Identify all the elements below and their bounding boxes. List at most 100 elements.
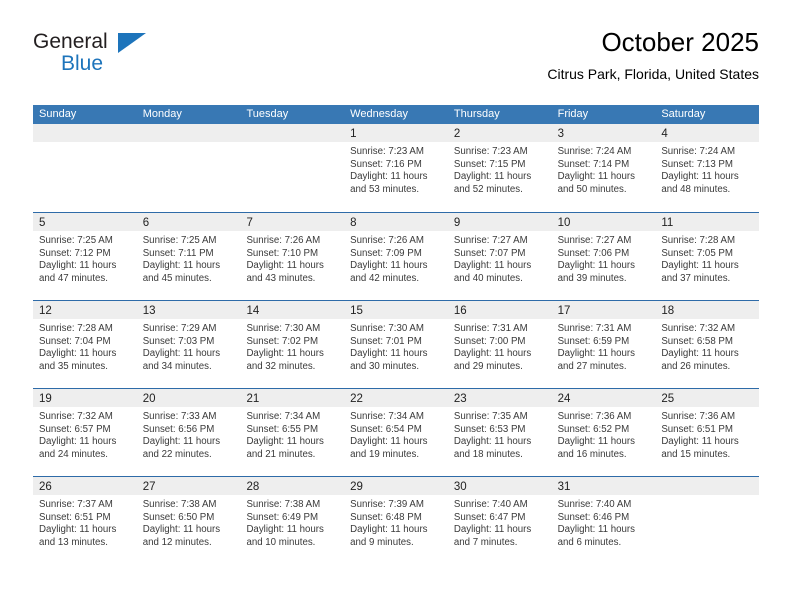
day-number: 16 bbox=[453, 305, 467, 317]
sunrise-text: Sunrise: 7:37 AM bbox=[39, 499, 113, 510]
day-cell[interactable]: 16 Sunrise: 7:31 AM Sunset: 7:00 PM Dayl… bbox=[447, 301, 552, 388]
sunrise-text: Sunrise: 7:26 AM bbox=[350, 235, 424, 246]
sunset-text: Sunset: 6:50 PM bbox=[142, 511, 215, 523]
day-cell[interactable] bbox=[33, 124, 137, 212]
week-row: 12 Sunrise: 7:28 AM Sunset: 7:04 PM Dayl… bbox=[33, 300, 760, 388]
day-cell[interactable]: 23 Sunrise: 7:35 AM Sunset: 6:53 PM Dayl… bbox=[447, 389, 552, 476]
day-cell[interactable]: 30 Sunrise: 7:40 AM Sunset: 6:47 PM Dayl… bbox=[447, 477, 552, 564]
daylight-text-line2: and 47 minutes. bbox=[39, 272, 108, 284]
daylight-text-line2: and 9 minutes. bbox=[350, 536, 414, 548]
sunrise-text: Sunrise: 7:30 AM bbox=[350, 323, 424, 334]
day-number: 22 bbox=[350, 393, 363, 405]
day-number: 17 bbox=[557, 305, 571, 317]
day-cell[interactable]: 3 Sunrise: 7:24 AM Sunset: 7:14 PM Dayli… bbox=[551, 124, 656, 212]
daylight-text-line2: and 39 minutes. bbox=[557, 272, 627, 284]
day-cell[interactable]: 7 Sunrise: 7:26 AM Sunset: 7:10 PM Dayli… bbox=[240, 213, 345, 300]
sunset-text: Sunset: 7:15 PM bbox=[453, 158, 526, 170]
day-number: 27 bbox=[142, 481, 156, 493]
day-cell[interactable]: 10 Sunrise: 7:27 AM Sunset: 7:06 PM Dayl… bbox=[551, 213, 656, 300]
day-number: 11 bbox=[661, 217, 674, 229]
sunrise-text: Sunrise: 7:40 AM bbox=[557, 499, 632, 510]
sunrise-text: Sunrise: 7:25 AM bbox=[39, 235, 113, 246]
sunrise-text: Sunrise: 7:26 AM bbox=[246, 235, 321, 246]
sunrise-text: Sunrise: 7:32 AM bbox=[39, 411, 113, 422]
sunrise-text: Sunrise: 7:36 AM bbox=[661, 411, 736, 422]
day-number: 10 bbox=[557, 217, 571, 229]
sunset-text: Sunset: 7:03 PM bbox=[142, 335, 215, 347]
day-cell[interactable]: 17 Sunrise: 7:31 AM Sunset: 6:59 PM Dayl… bbox=[551, 301, 656, 388]
daylight-text-line2: and 24 minutes. bbox=[39, 448, 108, 460]
daylight-text-line2: and 7 minutes. bbox=[453, 536, 518, 548]
sunrise-text: Sunrise: 7:23 AM bbox=[350, 146, 424, 157]
sunset-text: Sunset: 7:07 PM bbox=[453, 247, 526, 259]
sunrise-text: Sunrise: 7:34 AM bbox=[246, 411, 321, 422]
daylight-text-line2: and 35 minutes. bbox=[39, 360, 108, 372]
day-cell[interactable] bbox=[240, 124, 345, 212]
day-cell[interactable]: 31 Sunrise: 7:40 AM Sunset: 6:46 PM Dayl… bbox=[551, 477, 656, 564]
day-cell[interactable]: 24 Sunrise: 7:36 AM Sunset: 6:52 PM Dayl… bbox=[551, 389, 656, 476]
day-cell[interactable]: 20 Sunrise: 7:33 AM Sunset: 6:56 PM Dayl… bbox=[136, 389, 241, 476]
day-number: 3 bbox=[557, 128, 564, 140]
day-cell[interactable] bbox=[136, 124, 241, 212]
sunrise-text: Sunrise: 7:40 AM bbox=[453, 499, 528, 510]
day-cell[interactable]: 14 Sunrise: 7:30 AM Sunset: 7:02 PM Dayl… bbox=[240, 301, 345, 388]
day-cell[interactable]: 2 Sunrise: 7:23 AM Sunset: 7:15 PM Dayli… bbox=[447, 124, 552, 212]
daylight-text-line2: and 22 minutes. bbox=[142, 448, 212, 460]
day-cell[interactable]: 4 Sunrise: 7:24 AM Sunset: 7:13 PM Dayli… bbox=[655, 124, 760, 212]
day-cell[interactable]: 22 Sunrise: 7:34 AM Sunset: 6:54 PM Dayl… bbox=[344, 389, 448, 476]
sunrise-text: Sunrise: 7:38 AM bbox=[142, 499, 217, 510]
sunrise-text: Sunrise: 7:30 AM bbox=[246, 323, 321, 334]
day-number: 9 bbox=[453, 217, 461, 229]
day-cell[interactable]: 13 Sunrise: 7:29 AM Sunset: 7:03 PM Dayl… bbox=[136, 301, 241, 388]
calendar-grid: Sunday Monday Tuesday Wednesday Thursday… bbox=[33, 105, 760, 564]
day-number: 29 bbox=[350, 481, 363, 493]
day-cell[interactable]: 5 Sunrise: 7:25 AM Sunset: 7:12 PM Dayli… bbox=[33, 213, 137, 300]
day-cell[interactable]: 1 Sunrise: 7:23 AM Sunset: 7:16 PM Dayli… bbox=[344, 124, 448, 212]
daylight-text-line1: Daylight: 11 hours bbox=[39, 260, 117, 272]
day-number: 8 bbox=[350, 217, 357, 229]
daylight-text-line1: Daylight: 11 hours bbox=[453, 348, 532, 360]
day-cell[interactable]: 21 Sunrise: 7:34 AM Sunset: 6:55 PM Dayl… bbox=[240, 389, 345, 476]
day-cell[interactable]: 27 Sunrise: 7:38 AM Sunset: 6:50 PM Dayl… bbox=[136, 477, 241, 564]
day-cell[interactable]: 11 Sunrise: 7:28 AM Sunset: 7:05 PM Dayl… bbox=[655, 213, 760, 300]
sunrise-text: Sunrise: 7:27 AM bbox=[453, 235, 528, 246]
day-cell[interactable]: 26 Sunrise: 7:37 AM Sunset: 6:51 PM Dayl… bbox=[33, 477, 137, 564]
sunrise-text: Sunrise: 7:24 AM bbox=[557, 146, 632, 157]
sunrise-text: Sunrise: 7:32 AM bbox=[661, 323, 736, 334]
day-number: 31 bbox=[557, 481, 571, 493]
day-cell[interactable]: 28 Sunrise: 7:38 AM Sunset: 6:49 PM Dayl… bbox=[240, 477, 345, 564]
daylight-text-line1: Daylight: 11 hours bbox=[246, 436, 324, 448]
day-cell[interactable]: 12 Sunrise: 7:28 AM Sunset: 7:04 PM Dayl… bbox=[33, 301, 137, 388]
day-cell[interactable]: 25 Sunrise: 7:36 AM Sunset: 6:51 PM Dayl… bbox=[655, 389, 760, 476]
sunset-text: Sunset: 7:16 PM bbox=[350, 158, 422, 170]
day-number: 26 bbox=[39, 481, 52, 493]
daylight-text-line1: Daylight: 11 hours bbox=[350, 171, 428, 183]
daylight-text-line2: and 29 minutes. bbox=[453, 360, 523, 372]
sunrise-text: Sunrise: 7:31 AM bbox=[557, 323, 632, 334]
daylight-text-line2: and 6 minutes. bbox=[557, 536, 622, 548]
daylight-text-line1: Daylight: 11 hours bbox=[661, 171, 739, 183]
sunrise-text: Sunrise: 7:33 AM bbox=[142, 411, 217, 422]
daylight-text-line2: and 34 minutes. bbox=[142, 360, 212, 372]
day-number: 1 bbox=[350, 128, 357, 140]
sunrise-text: Sunrise: 7:23 AM bbox=[453, 146, 528, 157]
day-cell[interactable]: 6 Sunrise: 7:25 AM Sunset: 7:11 PM Dayli… bbox=[136, 213, 241, 300]
day-cell[interactable]: 19 Sunrise: 7:32 AM Sunset: 6:57 PM Dayl… bbox=[33, 389, 137, 476]
sunrise-text: Sunrise: 7:25 AM bbox=[142, 235, 217, 246]
sunset-text: Sunset: 7:13 PM bbox=[661, 158, 733, 170]
day-cell[interactable]: 18 Sunrise: 7:32 AM Sunset: 6:58 PM Dayl… bbox=[655, 301, 760, 388]
day-number: 24 bbox=[557, 393, 571, 405]
daylight-text-line1: Daylight: 11 hours bbox=[142, 260, 221, 272]
day-cell[interactable]: 15 Sunrise: 7:30 AM Sunset: 7:01 PM Dayl… bbox=[344, 301, 448, 388]
day-cell[interactable] bbox=[655, 477, 760, 564]
sunrise-text: Sunrise: 7:28 AM bbox=[661, 235, 736, 246]
day-cell[interactable]: 29 Sunrise: 7:39 AM Sunset: 6:48 PM Dayl… bbox=[344, 477, 448, 564]
week-row: 26 Sunrise: 7:37 AM Sunset: 6:51 PM Dayl… bbox=[33, 476, 760, 564]
calendar-page: General Blue October 2025 Citrus Park, F… bbox=[0, 0, 792, 612]
weekday-header-row: Sunday Monday Tuesday Wednesday Thursday… bbox=[33, 105, 759, 124]
day-cell[interactable]: 9 Sunrise: 7:27 AM Sunset: 7:07 PM Dayli… bbox=[447, 213, 552, 300]
daylight-text-line2: and 40 minutes. bbox=[453, 272, 523, 284]
daylight-text-line1: Daylight: 11 hours bbox=[350, 348, 428, 360]
day-number: 20 bbox=[142, 393, 156, 405]
day-cell[interactable]: 8 Sunrise: 7:26 AM Sunset: 7:09 PM Dayli… bbox=[344, 213, 448, 300]
